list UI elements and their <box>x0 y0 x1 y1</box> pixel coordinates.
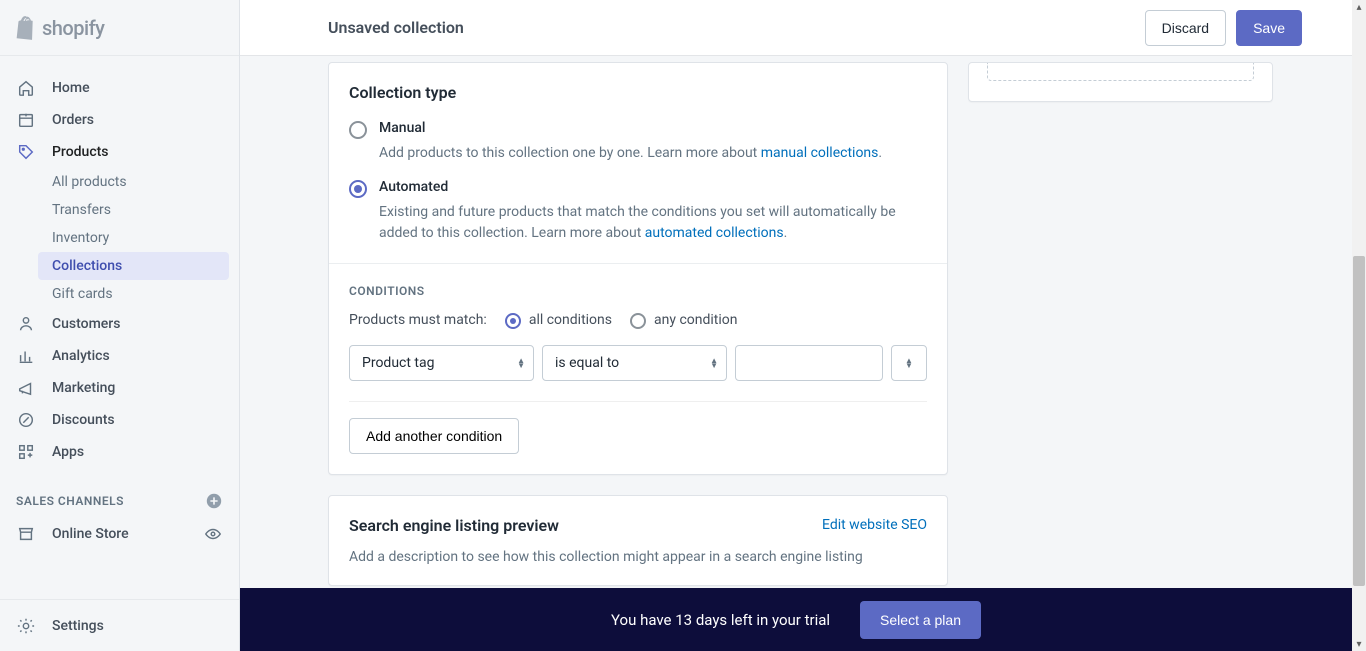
nav-analytics[interactable]: Analytics <box>0 340 239 372</box>
divider <box>349 401 927 402</box>
customers-icon <box>16 314 36 334</box>
discounts-icon <box>16 410 36 430</box>
radio-manual[interactable] <box>349 121 367 139</box>
marketing-icon <box>16 378 36 398</box>
radio-automated[interactable] <box>349 180 367 198</box>
chevron-updown-icon: ▲▼ <box>905 358 913 368</box>
trial-text: You have 13 days left in your trial <box>611 611 830 629</box>
products-icon <box>16 142 36 162</box>
nav-settings[interactable]: Settings <box>0 599 239 651</box>
side-image-card <box>968 62 1273 102</box>
seo-title: Search engine listing preview <box>349 516 559 535</box>
browser-scrollbar[interactable]: ▴ ▾ <box>1352 0 1366 651</box>
main-content: Collection type Manual Add products to t… <box>240 56 1352 588</box>
all-conditions-label: all conditions <box>529 312 612 328</box>
chevron-updown-icon: ▲▼ <box>517 358 525 368</box>
seo-description: Add a description to see how this collec… <box>349 549 927 565</box>
nav-discounts[interactable]: Discounts <box>0 404 239 436</box>
nav-orders[interactable]: Orders <box>0 104 239 136</box>
sales-channels-header: SALES CHANNELS <box>0 468 239 518</box>
collection-type-title: Collection type <box>349 83 927 102</box>
collection-type-card: Collection type Manual Add products to t… <box>328 62 948 475</box>
radio-any-condition[interactable] <box>630 313 646 329</box>
conditions-heading: CONDITIONS <box>349 284 927 298</box>
scroll-down-icon[interactable]: ▾ <box>1352 637 1366 651</box>
shopify-bag-icon <box>16 16 38 40</box>
nav-label: Analytics <box>52 348 110 364</box>
nav-label: Discounts <box>52 412 115 428</box>
seo-card: Search engine listing preview Edit websi… <box>328 495 948 586</box>
discard-button[interactable]: Discard <box>1145 10 1226 46</box>
section-label: SALES CHANNELS <box>16 494 124 508</box>
nav-label: Customers <box>52 316 120 332</box>
match-label: Products must match: <box>349 312 487 328</box>
page-title: Unsaved collection <box>328 18 464 37</box>
view-store-icon[interactable] <box>203 524 223 544</box>
subnav-inventory[interactable]: Inventory <box>52 224 239 252</box>
topbar-actions: Discard Save <box>1145 10 1302 46</box>
condition-row: Product tag ▲▼ is equal to ▲▼ ▲▼ <box>349 345 927 381</box>
subnav-collections[interactable]: Collections <box>38 252 229 280</box>
trial-banner: You have 13 days left in your trial Sele… <box>240 588 1352 651</box>
radio-manual-label: Manual <box>379 120 425 136</box>
chevron-updown-icon: ▲▼ <box>710 358 718 368</box>
nav-label: Apps <box>52 444 84 460</box>
orders-icon <box>16 110 36 130</box>
nav-online-store[interactable]: Online Store <box>0 518 239 550</box>
image-dropzone[interactable] <box>987 63 1254 81</box>
add-condition-button[interactable]: Add another condition <box>349 418 519 454</box>
nav-home[interactable]: Home <box>0 72 239 104</box>
match-row: Products must match: all conditions any … <box>349 312 927 329</box>
nav-label: Online Store <box>52 526 129 542</box>
nav-label: Marketing <box>52 380 115 396</box>
automated-collections-link[interactable]: automated collections <box>645 225 784 241</box>
nav-products[interactable]: Products <box>0 136 239 168</box>
logo[interactable]: shopify <box>0 0 239 56</box>
add-channel-icon[interactable] <box>205 492 223 510</box>
sidebar: shopify Home Orders Products All product… <box>0 0 240 651</box>
subnav-transfers[interactable]: Transfers <box>52 196 239 224</box>
condition-operator-select[interactable]: is equal to ▲▼ <box>542 345 727 381</box>
edit-seo-link[interactable]: Edit website SEO <box>822 517 927 533</box>
nav-label: Orders <box>52 112 94 128</box>
analytics-icon <box>16 346 36 366</box>
save-button[interactable]: Save <box>1236 10 1302 46</box>
nav-label: Settings <box>52 618 104 634</box>
radio-automated-label: Automated <box>379 179 448 195</box>
store-icon <box>16 524 36 544</box>
scroll-up-icon[interactable]: ▴ <box>1352 0 1366 14</box>
select-plan-button[interactable]: Select a plan <box>860 601 981 639</box>
home-icon <box>16 78 36 98</box>
any-condition-label: any condition <box>654 312 738 328</box>
products-subnav: All products Transfers Inventory Collect… <box>52 168 239 308</box>
nav-customers[interactable]: Customers <box>0 308 239 340</box>
logo-text: shopify <box>42 16 104 40</box>
nav-marketing[interactable]: Marketing <box>0 372 239 404</box>
condition-field-select[interactable]: Product tag ▲▼ <box>349 345 534 381</box>
topbar: Unsaved collection Discard Save <box>240 0 1352 56</box>
condition-value-input[interactable] <box>735 345 883 381</box>
gear-icon <box>16 616 36 636</box>
manual-collections-link[interactable]: manual collections <box>761 145 879 161</box>
condition-value-select[interactable]: ▲▼ <box>891 345 927 381</box>
radio-all-conditions[interactable] <box>505 313 521 329</box>
nav-label: Home <box>52 80 90 96</box>
manual-description: Add products to this collection one by o… <box>379 143 927 163</box>
automated-description: Existing and future products that match … <box>379 202 927 243</box>
subnav-gift-cards[interactable]: Gift cards <box>52 280 239 308</box>
subnav-all-products[interactable]: All products <box>52 168 239 196</box>
nav-label: Products <box>52 144 109 160</box>
nav-apps[interactable]: Apps <box>0 436 239 468</box>
scroll-thumb[interactable] <box>1353 256 1365 586</box>
primary-nav: Home Orders Products All products Transf… <box>0 56 239 550</box>
apps-icon <box>16 442 36 462</box>
